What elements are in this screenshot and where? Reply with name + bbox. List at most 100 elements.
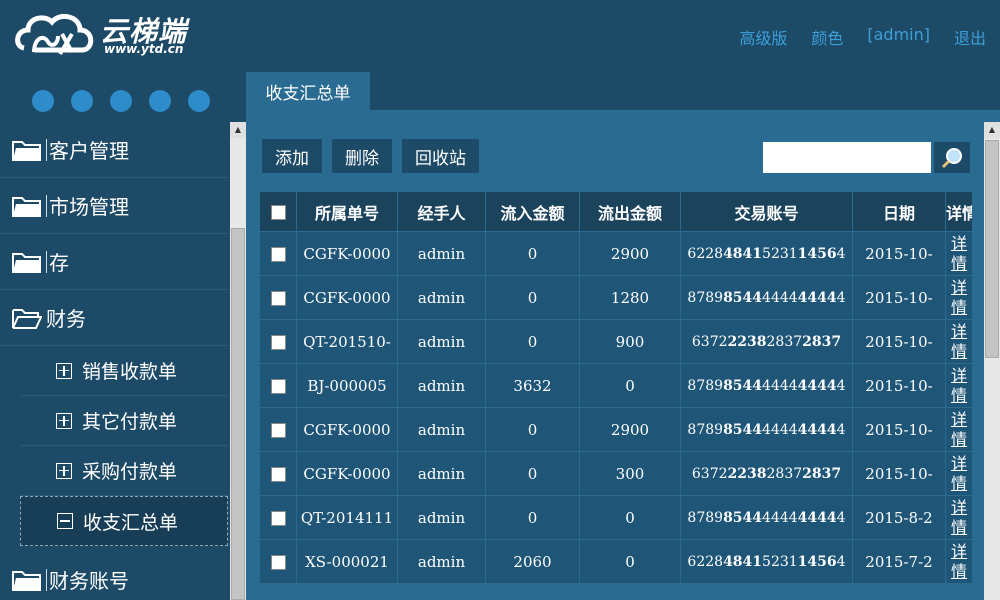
cell-out: 2900 [579,231,681,276]
col-in[interactable]: 流入金额 [485,191,580,232]
header: 云梯端 www.ytd.cn 高级版 颜色 [admin] 退出 [0,0,1000,72]
detail-link[interactable]: 详情 [951,322,967,362]
tab-summary[interactable]: 收支汇总单 [246,72,370,110]
sidebar-item-label: 客户管理 [49,139,129,163]
dot-icon[interactable] [149,90,171,112]
summary-table: 所属单号 经手人 流入金额 流出金额 交易账号 日期 详情 CGFK-0000a… [259,191,973,584]
row-select-cell [259,407,297,452]
cell-in: 3632 [485,363,580,408]
cell-date: 2015-10- [852,407,946,452]
folder-icon [12,140,41,161]
sidebar-item-finance[interactable]: 财务 [0,290,228,346]
col-order[interactable]: 所属单号 [296,191,398,232]
select-all-cell [259,191,297,232]
cell-out: 1280 [579,275,681,320]
sidebar-scrollbar[interactable]: ▲ [230,122,246,600]
sidebar-item-label: 财务账号 [49,569,129,593]
scroll-thumb[interactable] [985,140,999,358]
row-checkbox[interactable] [270,379,286,394]
col-account[interactable]: 交易账号 [680,191,853,232]
search-button[interactable] [934,142,970,173]
row-checkbox[interactable] [270,247,286,262]
table-row[interactable]: CGFK-0000 admin 0 2900 62284841523114564 2015… [259,231,973,276]
cell-account: 87898544444444444 [680,275,853,320]
table-row[interactable]: BJ-000005 admin 3632 0 87898544444444444 2015… [259,363,973,408]
sidebar-subitem-sales-receipt[interactable]: 销售收款单 [20,346,228,396]
table-row[interactable]: XS-000021 admin 2060 0 62284841523114564 2015… [259,539,973,584]
sidebar-subitem-other-payment[interactable]: 其它付款单 [20,396,228,446]
detail-link[interactable]: 详情 [951,410,967,450]
scroll-up-icon[interactable]: ▲ [984,122,1000,138]
cell-out: 300 [579,451,681,496]
add-button[interactable]: 添加 [262,139,322,173]
content-scrollbar[interactable]: ▲ [984,122,1000,600]
cell-in: 2060 [485,539,580,584]
search-input[interactable] [763,142,931,173]
table-row[interactable]: QT-2014111 admin 0 0 87898544444444444 2015-8… [259,495,973,540]
sidebar-item-market[interactable]: 市场管理 [0,178,228,234]
cell-detail: 详情 [945,231,973,276]
detail-link[interactable]: 详情 [951,234,967,274]
col-handler[interactable]: 经手人 [397,191,486,232]
table-row[interactable]: CGFK-0000 admin 0 2900 87898544444444444 2015… [259,407,973,452]
dot-icon[interactable] [71,90,93,112]
scroll-thumb[interactable] [231,228,245,600]
row-checkbox[interactable] [270,555,286,570]
cell-date: 2015-10- [852,319,946,364]
table-row[interactable]: QT-201510- admin 0 900 6372223828372837 2015-… [259,319,973,364]
sidebar: 客户管理 市场管理 存 财务 销售收款单 其它付款单 采购付款单 收支汇总单 财… [0,72,246,600]
link-logout[interactable]: 退出 [954,25,986,49]
row-checkbox[interactable] [270,467,286,482]
sidebar-subitem-label: 其它付款单 [82,411,178,433]
link-color[interactable]: 颜色 [811,25,843,49]
cell-order: QT-201510- [296,319,398,364]
row-checkbox[interactable] [270,291,286,306]
cell-date: 2015-10- [852,275,946,320]
cell-account: 87898544444444444 [680,407,853,452]
delete-button[interactable]: 删除 [332,139,392,173]
table-row[interactable]: CGFK-0000 admin 0 300 6372223828372837 2015-1… [259,451,973,496]
cell-account: 62284841523114564 [680,231,853,276]
detail-link[interactable]: 详情 [951,454,967,494]
cell-detail: 详情 [945,451,973,496]
cell-out: 0 [579,363,681,408]
dot-icon[interactable] [32,90,54,112]
col-detail[interactable]: 详情 [945,191,973,232]
cell-detail: 详情 [945,539,973,584]
link-advanced[interactable]: 高级版 [739,25,787,49]
cell-handler: admin [397,319,486,364]
cell-detail: 详情 [945,495,973,540]
row-checkbox[interactable] [270,423,286,438]
row-checkbox[interactable] [270,335,286,350]
detail-link[interactable]: 详情 [951,366,967,406]
dot-icon[interactable] [110,90,132,112]
sidebar-subitem-label: 采购付款单 [82,461,178,483]
detail-link[interactable]: 详情 [951,278,967,318]
link-user[interactable]: [admin] [867,25,930,49]
sidebar-subitem-summary[interactable]: 收支汇总单 [20,496,228,546]
col-date[interactable]: 日期 [852,191,946,232]
sidebar-item-finance-account[interactable]: 财务账号 [0,552,228,600]
cell-handler: admin [397,451,486,496]
detail-link[interactable]: 详情 [951,542,967,582]
cell-handler: admin [397,539,486,584]
row-select-cell [259,539,297,584]
dot-icon[interactable] [188,90,210,112]
row-checkbox[interactable] [270,511,286,526]
select-all-checkbox[interactable] [270,205,286,220]
row-select-cell [259,363,297,408]
detail-link[interactable]: 详情 [951,498,967,538]
cell-in: 0 [485,451,580,496]
recycle-bin-button[interactable]: 回收站 [402,139,479,173]
scroll-up-icon[interactable]: ▲ [230,122,246,138]
divider [46,568,47,591]
sidebar-item-customer[interactable]: 客户管理 [0,122,228,178]
cell-out: 2900 [579,407,681,452]
cell-order: BJ-000005 [296,363,398,408]
table-row[interactable]: CGFK-0000 admin 0 1280 87898544444444444 2015… [259,275,973,320]
sidebar-subitem-purchase-payment[interactable]: 采购付款单 [20,446,228,496]
cell-handler: admin [397,275,486,320]
sidebar-item-stock[interactable]: 存 [0,234,228,290]
col-out[interactable]: 流出金额 [579,191,681,232]
top-links: 高级版 颜色 [admin] 退出 [739,25,986,49]
